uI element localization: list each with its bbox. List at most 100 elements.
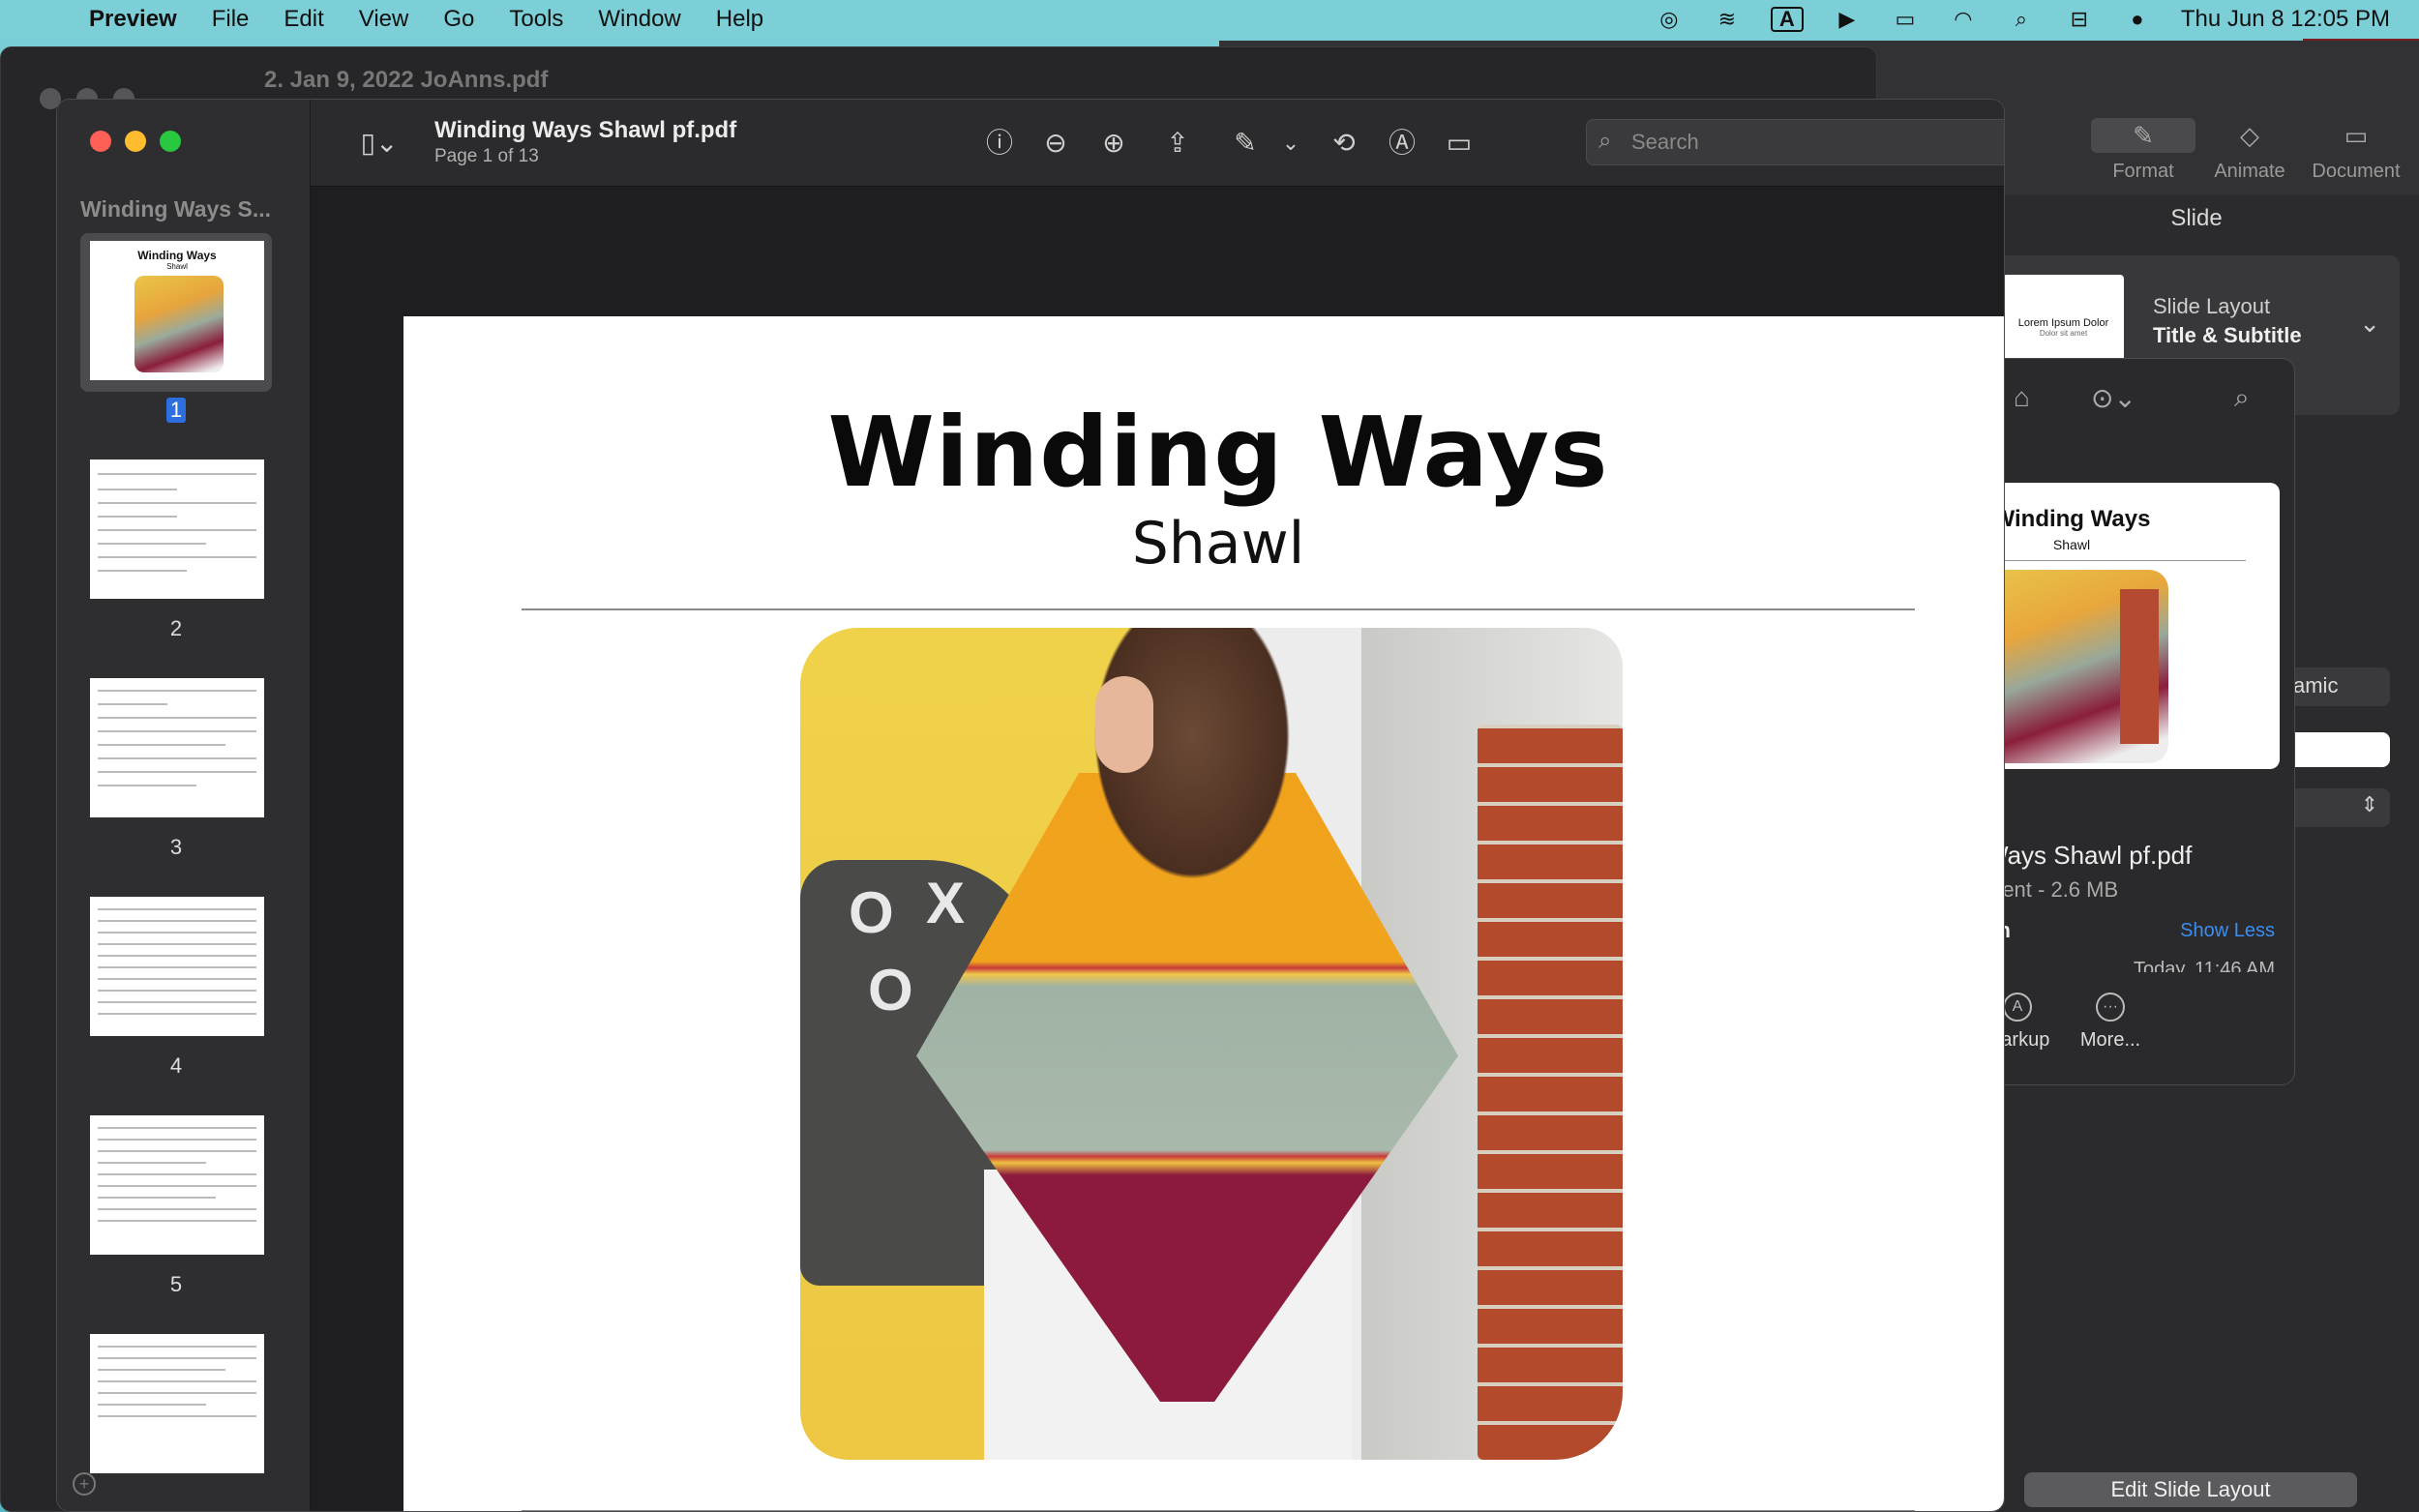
thumb-page-number: 1 bbox=[165, 398, 187, 423]
dynamic-style-field[interactable]: amic bbox=[2284, 667, 2390, 706]
more-label: More... bbox=[2079, 1029, 2141, 1051]
tag-icon[interactable]: ⌂ bbox=[2014, 382, 2030, 413]
tab-document[interactable]: ▭ Document bbox=[2303, 118, 2409, 183]
rotate-icon[interactable]: ⟲ bbox=[1327, 127, 1361, 160]
page-thumbnail-2[interactable]: 2 bbox=[80, 452, 272, 641]
info-icon[interactable]: ⓘ bbox=[982, 127, 1017, 160]
menu-edit[interactable]: Edit bbox=[284, 6, 323, 33]
zoom-out-icon[interactable]: ⊖ bbox=[1038, 127, 1073, 160]
paintbrush-icon: ✎ bbox=[2091, 118, 2195, 153]
menu-clock[interactable]: Thu Jun 8 12:05 PM bbox=[2181, 6, 2390, 33]
document-view: Winding Ways Shawl O X O bbox=[311, 188, 2004, 1511]
more-actions-icon[interactable]: ⊙⌄ bbox=[2091, 382, 2136, 414]
highlight-options-chevron-icon[interactable]: ⌄ bbox=[1278, 127, 1303, 160]
apple-menu-icon[interactable] bbox=[31, 5, 60, 34]
inspector-section-label: Slide bbox=[2170, 205, 2223, 231]
add-page-icon[interactable]: + bbox=[73, 1472, 96, 1496]
preview-window: Winding Ways S... Winding Ways Shawl 1 2… bbox=[56, 99, 2005, 1512]
form-fill-icon[interactable]: ▭ bbox=[1437, 127, 1481, 160]
pdf-subtitle: Shawl bbox=[1131, 510, 1305, 578]
thumbnail-sidebar: Winding Ways S... Winding Ways Shawl 1 2… bbox=[57, 100, 311, 1511]
highlight-pen-icon[interactable]: ✎ bbox=[1226, 127, 1265, 160]
file-preview-card: Winding Ways Shawl bbox=[1985, 483, 2280, 769]
thumb-title: Winding Ways bbox=[137, 249, 217, 262]
more-button[interactable]: ··· More... bbox=[2062, 993, 2159, 1052]
more-icon: ··· bbox=[2096, 993, 2125, 1022]
card-rule bbox=[1985, 560, 2246, 561]
show-less-link[interactable]: Show Less bbox=[2180, 920, 2275, 942]
search-icon: ⌕ bbox=[1598, 128, 1612, 154]
search-field[interactable]: ⌕ bbox=[1586, 119, 2004, 165]
menu-window[interactable]: Window bbox=[598, 6, 680, 33]
sidebar-document-title: Winding Ways S... bbox=[80, 196, 272, 222]
pdf-page[interactable]: Winding Ways Shawl O X O bbox=[403, 316, 2004, 1511]
share-icon[interactable]: ⇪ bbox=[1160, 127, 1195, 160]
sidebar-toggle-icon[interactable]: ▯⌄ bbox=[345, 127, 413, 160]
pdf-top-rule bbox=[522, 608, 1915, 610]
chevron-down-icon[interactable]: ⌄ bbox=[2359, 309, 2380, 339]
control-center-icon[interactable]: ⊟ bbox=[2065, 7, 2094, 32]
thumb-page-number: 2 bbox=[169, 616, 183, 640]
window-controls bbox=[90, 131, 181, 152]
zoom-button[interactable] bbox=[160, 131, 181, 152]
input-source-icon[interactable]: A bbox=[1770, 7, 1804, 32]
menu-bar: Preview File Edit View Go Tools Window H… bbox=[0, 0, 2419, 39]
page-indicator: Page 1 of 13 bbox=[434, 146, 539, 166]
battery-icon[interactable]: ▭ bbox=[1891, 7, 1920, 32]
pdf-title: Winding Ways bbox=[827, 396, 1609, 509]
menu-view[interactable]: View bbox=[359, 6, 409, 33]
tab-animate[interactable]: ◇ Animate bbox=[2196, 118, 2303, 183]
diamond-icon: ◇ bbox=[2240, 121, 2259, 150]
color-well[interactable] bbox=[2284, 732, 2390, 767]
page-thumbnail-4[interactable]: 4 bbox=[80, 889, 272, 1079]
thumb-image bbox=[134, 276, 224, 372]
tab-format[interactable]: ✎ Format bbox=[2090, 118, 2196, 183]
layout-thumb-sub: Dolor sit amet bbox=[2039, 329, 2088, 338]
background-window-title[interactable]: 2. Jan 9, 2022 JoAnns.pdf bbox=[264, 67, 548, 94]
thumb-page-number: 3 bbox=[169, 835, 183, 859]
shawl-photo: O X O bbox=[800, 628, 1623, 1460]
slide-layout-value: Title & Subtitle bbox=[2153, 323, 2302, 347]
tab-document-label: Document bbox=[2312, 161, 2401, 182]
thumb-subtitle: Shawl bbox=[166, 262, 188, 271]
stack-icon[interactable]: ≋ bbox=[1713, 7, 1742, 32]
markup-icon[interactable]: Ⓐ bbox=[1385, 127, 1419, 160]
thumb-page-number: 4 bbox=[169, 1053, 183, 1078]
play-icon[interactable]: ▶ bbox=[1833, 7, 1862, 32]
document-icon: ▭ bbox=[2344, 121, 2369, 150]
markup-icon: A bbox=[2003, 993, 2032, 1022]
card-title: Winding Ways bbox=[1992, 506, 2151, 532]
page-thumbnail-3[interactable]: 3 bbox=[80, 670, 272, 860]
thumb-page-number: 5 bbox=[169, 1272, 183, 1296]
menu-app-name[interactable]: Preview bbox=[89, 6, 177, 33]
menu-go[interactable]: Go bbox=[443, 6, 474, 33]
zoom-in-icon[interactable]: ⊕ bbox=[1096, 127, 1131, 160]
edit-slide-layout-button[interactable]: Edit Slide Layout bbox=[2024, 1472, 2357, 1507]
tab-animate-label: Animate bbox=[2214, 161, 2285, 182]
tab-format-label: Format bbox=[2112, 161, 2174, 182]
menu-tools[interactable]: Tools bbox=[509, 6, 563, 33]
menu-file[interactable]: File bbox=[212, 6, 250, 33]
page-thumbnail-5[interactable]: 5 bbox=[80, 1108, 272, 1297]
search-input[interactable] bbox=[1631, 128, 2004, 157]
slide-layout-label: Slide Layout bbox=[2153, 294, 2271, 318]
stepper-icon: ⇕ bbox=[2360, 792, 2378, 816]
creative-cloud-icon[interactable]: ◎ bbox=[1655, 7, 1684, 32]
wifi-icon[interactable]: ◠ bbox=[1949, 7, 1978, 32]
modified-date: Today, 11:46 AM bbox=[2133, 959, 2275, 972]
page-thumbnail-1[interactable]: Winding Ways Shawl 1 bbox=[80, 233, 272, 423]
search-icon[interactable]: ⌕ bbox=[2234, 382, 2250, 414]
card-shawl-image bbox=[1985, 570, 2168, 763]
siri-icon[interactable]: ● bbox=[2123, 7, 2152, 32]
layout-thumb-title: Lorem Ipsum Dolor bbox=[2017, 317, 2109, 329]
style-select[interactable]: ⇕ bbox=[2284, 788, 2390, 827]
close-button[interactable] bbox=[90, 131, 111, 152]
menu-help[interactable]: Help bbox=[716, 6, 763, 33]
preview-toolbar: ▯⌄ Winding Ways Shawl pf.pdf Page 1 of 1… bbox=[311, 100, 2004, 187]
document-title: Winding Ways Shawl pf.pdf bbox=[434, 117, 737, 143]
spotlight-search-icon[interactable]: ⌕ bbox=[2007, 7, 2036, 32]
minimize-button[interactable] bbox=[125, 131, 146, 152]
file-name: Ways Shawl pf.pdf bbox=[1985, 841, 2193, 870]
page-thumbnail-6[interactable] bbox=[80, 1326, 272, 1485]
file-info-popover: ⌂ ⊙⌄ ⌕ Winding Ways Shawl Ways Shawl pf.… bbox=[1984, 358, 2295, 1085]
